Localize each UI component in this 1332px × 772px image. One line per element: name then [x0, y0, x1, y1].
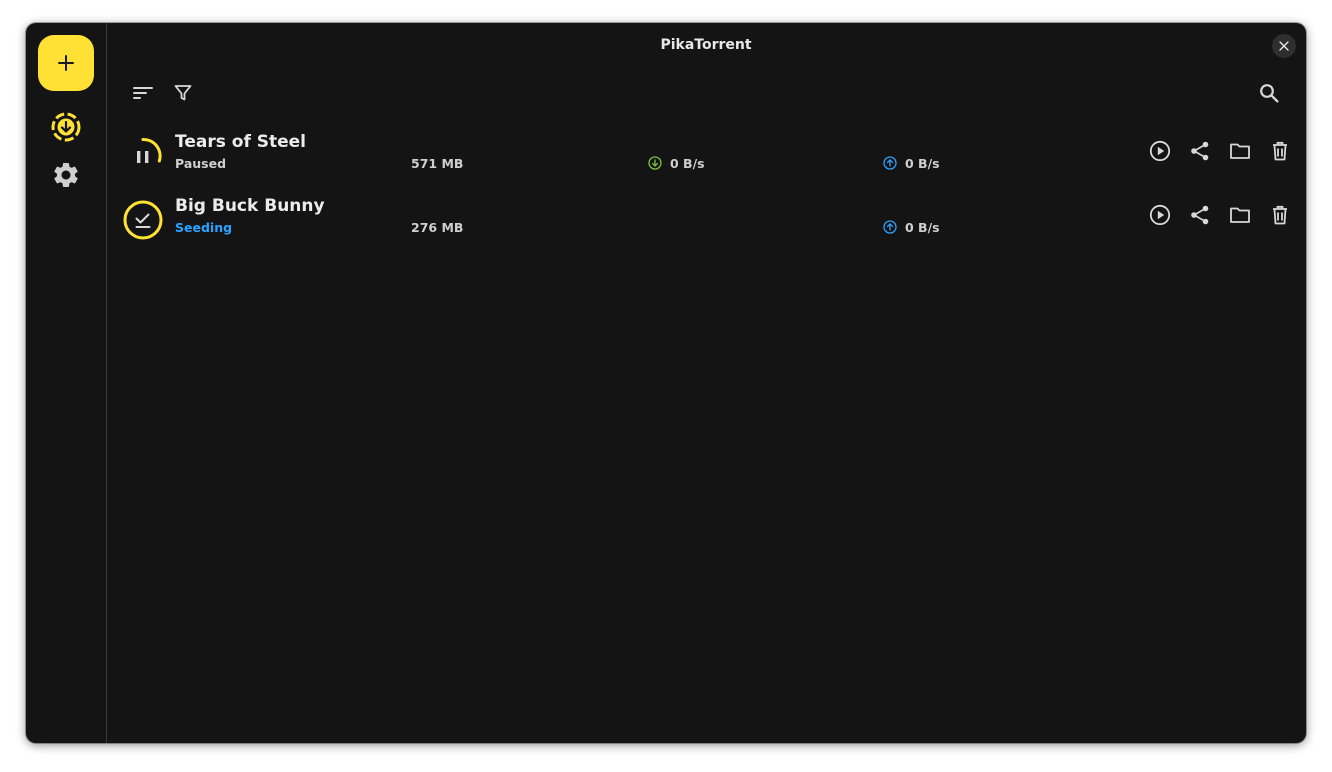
sidebar-item-settings[interactable] — [48, 157, 84, 193]
share-button[interactable] — [1186, 201, 1214, 229]
torrent-status: Paused — [175, 156, 227, 171]
plus-icon — [58, 55, 74, 71]
downloads-icon — [51, 112, 81, 142]
torrent-row[interactable]: Tears of Steel Paused 571 MB 0 B/s 0 B/s — [106, 125, 1306, 185]
torrent-actions — [1146, 137, 1294, 165]
gear-icon — [54, 163, 78, 187]
share-icon — [1191, 205, 1209, 225]
app-window: PikaTorrent Tears of Steel Paused 571 MB… — [26, 23, 1306, 743]
search-icon — [1260, 84, 1279, 103]
resume-button[interactable] — [1146, 201, 1174, 229]
filter-icon — [174, 85, 192, 101]
torrent-status: Seeding — [175, 220, 233, 235]
delete-button[interactable] — [1266, 137, 1294, 165]
pause-icon — [137, 137, 162, 163]
open-folder-button[interactable] — [1226, 137, 1254, 165]
close-icon — [1279, 41, 1289, 51]
sidebar-item-downloads[interactable] — [48, 109, 84, 145]
close-button[interactable] — [1272, 34, 1296, 58]
upload-speed-value: 0 B/s — [905, 155, 940, 171]
torrent-size: 276 MB — [411, 220, 464, 235]
delete-button[interactable] — [1266, 201, 1294, 229]
download-speed-value: 0 B/s — [670, 155, 705, 171]
torrent-size: 571 MB — [411, 156, 464, 171]
torrent-name: Big Buck Bunny — [175, 196, 325, 216]
folder-icon — [1230, 143, 1250, 159]
torrent-progress-ring — [122, 135, 164, 177]
resume-button[interactable] — [1146, 137, 1174, 165]
sort-icon — [133, 87, 153, 99]
play-circle-icon — [1149, 140, 1171, 162]
share-icon — [1191, 141, 1209, 161]
add-torrent-button[interactable] — [38, 35, 94, 91]
check-icon — [123, 200, 163, 240]
download-arrow-icon — [648, 156, 662, 170]
share-button[interactable] — [1186, 137, 1214, 165]
torrent-name: Tears of Steel — [175, 132, 307, 152]
sidebar — [26, 23, 107, 743]
sort-button[interactable] — [129, 79, 157, 107]
play-circle-icon — [1149, 204, 1171, 226]
upload-speed: 0 B/s — [883, 219, 940, 235]
torrent-actions — [1146, 201, 1294, 229]
upload-speed-value: 0 B/s — [905, 219, 940, 235]
search-button[interactable] — [1255, 79, 1283, 107]
upload-speed: 0 B/s — [883, 155, 940, 171]
filter-button[interactable] — [169, 79, 197, 107]
folder-icon — [1230, 207, 1250, 223]
trash-icon — [1273, 205, 1287, 225]
upload-arrow-icon — [883, 156, 897, 170]
trash-icon — [1273, 141, 1287, 161]
torrent-progress-ring — [122, 199, 164, 241]
open-folder-button[interactable] — [1226, 201, 1254, 229]
torrent-row[interactable]: Big Buck Bunny Seeding 276 MB 0 B/s — [106, 189, 1306, 249]
window-title: PikaTorrent — [660, 37, 752, 53]
download-speed: 0 B/s — [648, 155, 705, 171]
upload-arrow-icon — [883, 220, 897, 234]
